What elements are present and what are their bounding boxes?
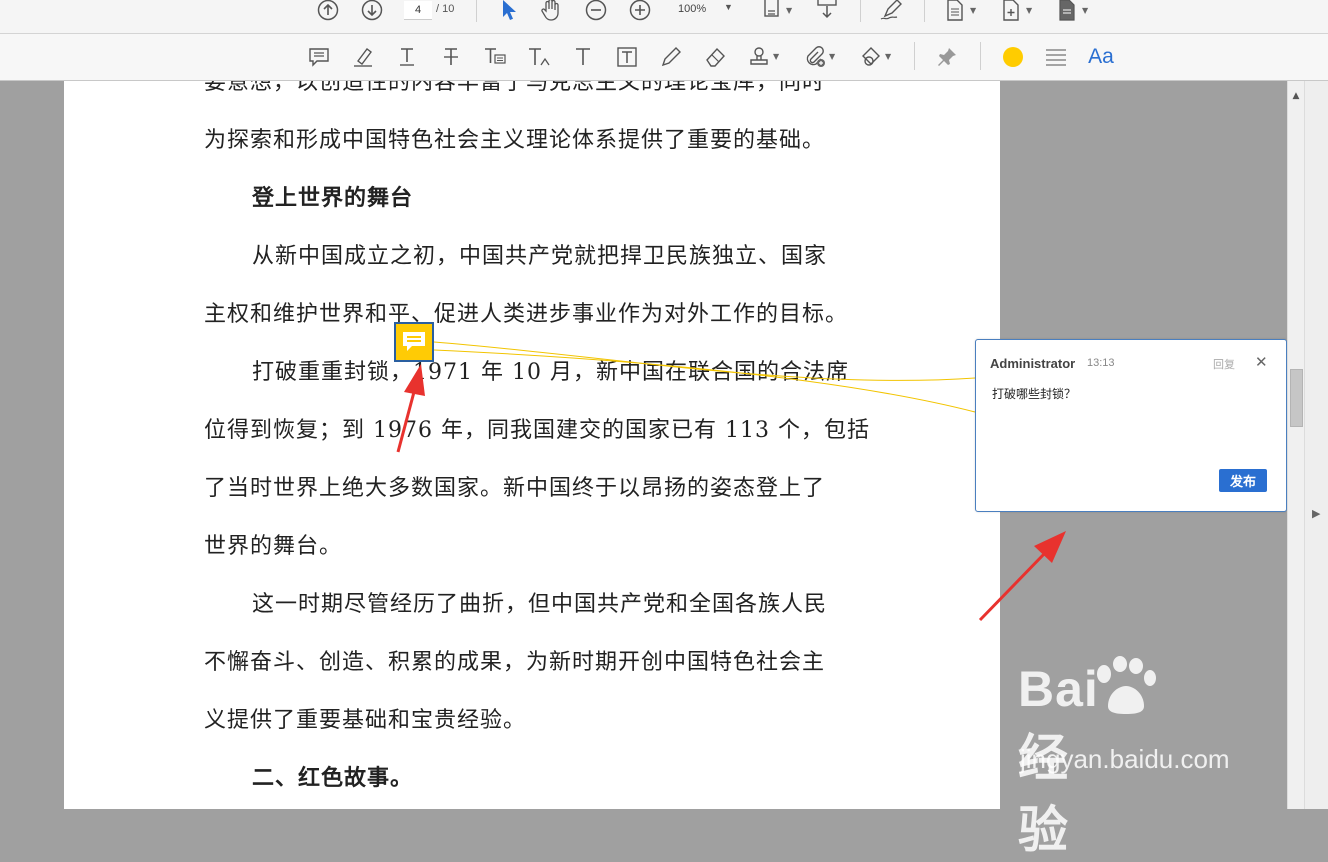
comment-author: Administrator: [990, 356, 1076, 371]
right-panel-strip: ▶: [1304, 81, 1328, 809]
vertical-scrollbar[interactable]: ▲: [1287, 81, 1304, 809]
comment-time: 13:13: [1087, 357, 1115, 369]
arrow-to-popup: [978, 531, 1066, 622]
reply-button[interactable]: 回复: [1213, 356, 1235, 372]
scroll-up-icon[interactable]: ▲: [1288, 89, 1304, 103]
scroll-thumb[interactable]: [1290, 369, 1303, 427]
paw-logo: [1097, 656, 1156, 714]
publish-button[interactable]: 发布: [1219, 469, 1267, 492]
comment-text-area[interactable]: 打破哪些封锁？: [992, 385, 1076, 402]
arrow-to-note: [396, 364, 425, 453]
watermark-url: jingyan.baidu.com: [1020, 744, 1230, 774]
comment-popup[interactable]: Administrator 13:13 回复 ✕ 打破哪些封锁？ 发布: [975, 339, 1287, 512]
expand-panel-icon[interactable]: ▶: [1312, 507, 1320, 520]
close-icon[interactable]: ✕: [1255, 353, 1268, 371]
